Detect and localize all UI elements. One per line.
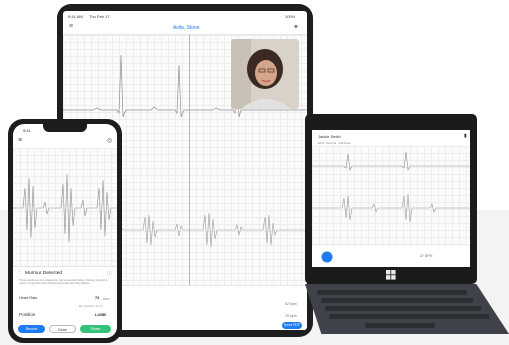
done-tab[interactable]: Done	[49, 325, 76, 333]
surface-tab-ecg[interactable]: ECG	[318, 141, 325, 145]
surface-device: Jackie Smith ▮ ECG Sounds Add Note 67 BP…	[305, 114, 477, 284]
heart-rate-unit: BPM	[103, 296, 110, 301]
heart-rate-value: 72	[95, 296, 100, 300]
phone-waveform-panel	[13, 148, 117, 266]
share-tab[interactable]: Share	[80, 325, 111, 333]
key-row-2	[321, 298, 473, 303]
finding-title: Murmur Detected	[25, 271, 63, 276]
phone-time: 9:41	[23, 128, 31, 133]
phone-waveform-graphic	[13, 173, 117, 243]
key-row-4	[329, 314, 489, 319]
type-cover-keyboard	[305, 284, 509, 334]
windows-logo-icon	[386, 270, 396, 280]
surface-waveform-panel	[312, 146, 470, 246]
algorithm-note: Bin: Algorithm v1.0.4	[79, 305, 103, 308]
phone-divider	[13, 266, 117, 267]
alert-icon: !	[19, 270, 21, 276]
surface-waveform-graphic	[312, 151, 470, 223]
clinician-portrait	[231, 39, 299, 109]
surface-patient-name[interactable]: Jackie Smith	[318, 134, 341, 139]
phone-heart-sound-trace	[13, 173, 117, 243]
key-row-1	[317, 290, 467, 295]
metric-value-2: 78 bpm	[285, 314, 297, 318]
disclaimer-text: These results are not a diagnosis, only …	[19, 279, 108, 286]
status-date: Thu Feb 17	[89, 14, 110, 19]
phone-notch	[43, 124, 87, 132]
position-label: Position	[19, 312, 36, 317]
surface-record-button[interactable]	[321, 251, 333, 263]
record-tab[interactable]: Record	[18, 325, 45, 333]
surface-menu-icon[interactable]: ▮	[464, 133, 467, 139]
iphone-device: 9:41 ≡ ◎ ! Murmur Detected ⓘ These resul…	[8, 119, 122, 343]
surface-tab-sounds[interactable]: Sounds	[326, 141, 336, 145]
heart-rate-label: Heart Rate	[19, 296, 38, 300]
space-bar	[365, 323, 435, 328]
info-icon[interactable]: ⓘ	[107, 270, 112, 277]
product-hero: 9:41 AM Thu Feb 17 100% ≡ Avila, Stone ✦	[0, 0, 509, 345]
menu-icon[interactable]: ≡	[69, 23, 73, 30]
status-time: 9:41 AM	[68, 14, 83, 19]
surface-tab-add-note[interactable]: Add Note	[338, 141, 351, 145]
ipad-status-bar: 9:41 AM Thu Feb 17 100%	[63, 11, 307, 21]
status-battery: 100%	[285, 14, 296, 19]
metric-value-1: 62 bpm	[285, 302, 297, 306]
key-row-3	[325, 306, 481, 311]
surface-heart-sound-trace	[312, 193, 470, 223]
patient-name[interactable]: Avila, Stone	[173, 25, 200, 31]
send-pdf-button[interactable]: Send PDF	[282, 322, 302, 329]
phone-menu-icon[interactable]: ≡	[18, 137, 22, 144]
surface-ecg-trace	[312, 151, 470, 172]
surface-screen: Jackie Smith ▮ ECG Sounds Add Note 67 BP…	[312, 130, 470, 267]
playhead-line[interactable]	[189, 35, 190, 285]
video-call-tile[interactable]	[231, 39, 299, 109]
iphone-screen: 9:41 ≡ ◎ ! Murmur Detected ⓘ These resul…	[13, 124, 117, 338]
position-value: LUSB	[95, 312, 106, 317]
ipad-nav-bar: ≡ Avila, Stone ✦	[63, 21, 307, 35]
settings-icon[interactable]: ✦	[293, 23, 299, 31]
phone-profile-icon[interactable]: ◎	[107, 137, 112, 144]
surface-bpm-readout: 67 BPM	[420, 254, 433, 258]
